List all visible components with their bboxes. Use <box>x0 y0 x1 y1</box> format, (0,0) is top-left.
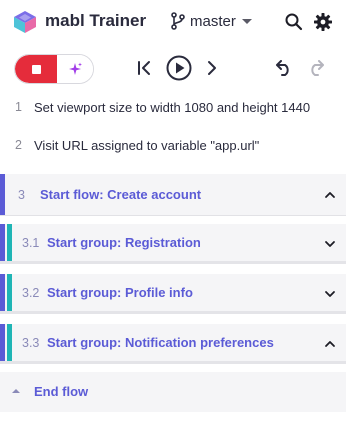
play-circle-icon[interactable] <box>165 54 193 82</box>
flow-label: Start flow: Create account <box>40 187 202 202</box>
app-title: mabl Trainer <box>45 11 147 30</box>
flow-indicator-bar <box>0 274 5 311</box>
search-icon[interactable] <box>284 12 304 32</box>
group-indicator-bar <box>7 274 12 311</box>
group-label: Start group: Registration <box>47 235 201 250</box>
app-header: mabl Trainer master <box>0 0 346 44</box>
flow-indicator-bar <box>0 174 5 215</box>
flow-row[interactable]: 3 Start flow: Create account <box>0 174 346 216</box>
chevron-down-icon <box>241 18 252 24</box>
gear-icon[interactable] <box>313 12 333 32</box>
stop-icon <box>31 64 41 74</box>
undo-icon[interactable] <box>272 60 294 76</box>
git-branch-icon <box>171 12 185 30</box>
step-number: 3.3 <box>22 336 40 350</box>
step-row[interactable]: 2 Visit URL assigned to variable "app.ur… <box>0 134 346 156</box>
chevron-down-icon[interactable] <box>324 238 336 250</box>
group-indicator-bar <box>7 224 12 261</box>
step-text: Set viewport size to width 1080 and heig… <box>34 99 311 115</box>
chevron-up-icon[interactable] <box>324 338 336 350</box>
flow-indicator-bar <box>0 324 5 361</box>
mabl-logo-icon <box>14 11 36 33</box>
end-flow-row[interactable]: End flow <box>0 372 346 412</box>
caret-up-icon <box>12 389 20 393</box>
group-label: Start group: Notification preferences <box>47 335 274 350</box>
flow-indicator-bar <box>0 224 5 261</box>
ai-assist-button[interactable] <box>57 55 93 83</box>
step-number: 2 <box>15 138 22 152</box>
group-row[interactable]: 3.2 Start group: Profile info <box>0 274 346 314</box>
step-number: 3 <box>18 188 25 202</box>
end-flow-label: End flow <box>34 384 89 399</box>
branch-label: master <box>190 12 236 30</box>
sparkle-icon <box>69 62 82 75</box>
chevron-up-icon[interactable] <box>324 189 336 201</box>
group-indicator-bar <box>7 324 12 361</box>
step-number: 1 <box>15 100 22 114</box>
toolbar <box>0 44 346 90</box>
group-row[interactable]: 3.1 Start group: Registration <box>0 224 346 264</box>
chevron-down-icon[interactable] <box>324 288 336 300</box>
step-number: 3.2 <box>22 286 40 300</box>
skip-to-start-icon[interactable] <box>136 60 154 76</box>
step-row[interactable]: 1 Set viewport size to width 1080 and he… <box>0 96 346 118</box>
branch-selector[interactable]: master <box>170 10 252 32</box>
stop-recording-button[interactable] <box>15 55 57 83</box>
redo-icon[interactable] <box>306 60 328 76</box>
group-row[interactable]: 3.3 Start group: Notification preference… <box>0 324 346 364</box>
step-text: Visit URL assigned to variable "app.url" <box>34 137 260 153</box>
group-label: Start group: Profile info <box>47 285 193 300</box>
chevron-right-icon[interactable] <box>205 60 219 76</box>
step-number: 3.1 <box>22 236 40 250</box>
record-control-group <box>14 54 94 84</box>
